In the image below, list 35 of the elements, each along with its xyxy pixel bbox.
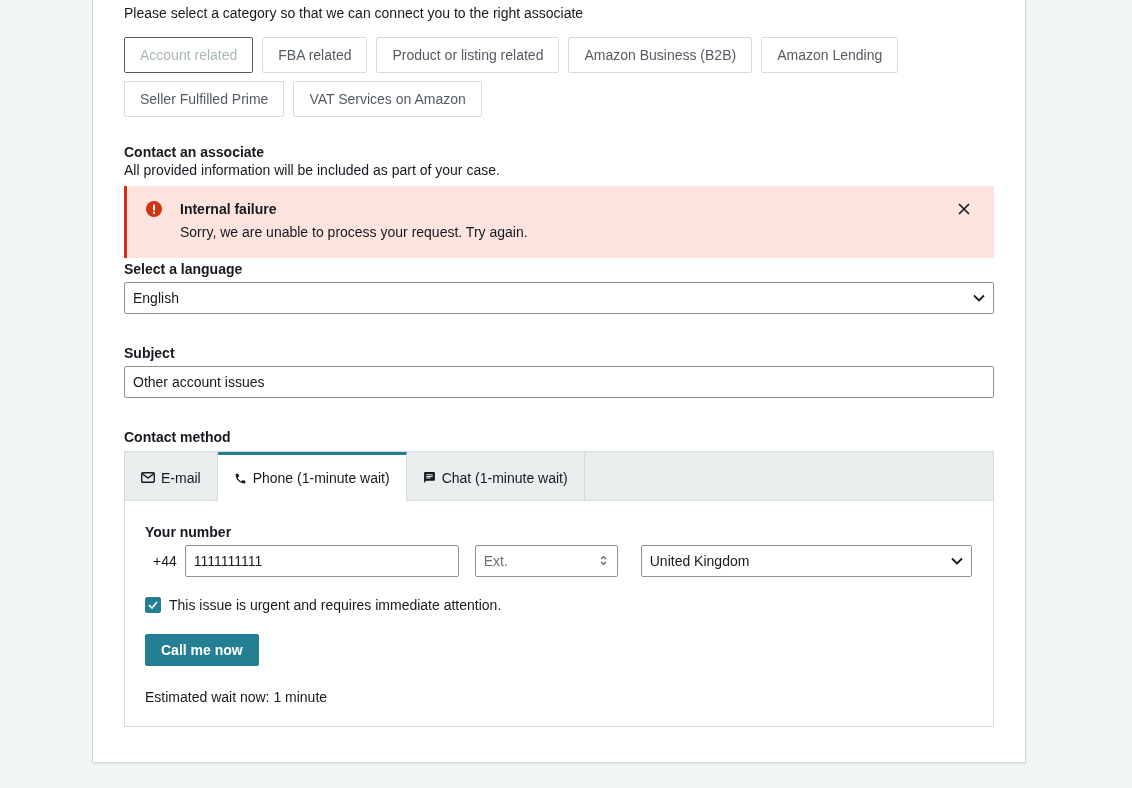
- category-button[interactable]: Product or listing related: [376, 37, 560, 73]
- language-select[interactable]: English: [124, 282, 994, 314]
- instruction-text: Please select a category so that we can connect you to the right associate: [124, 4, 585, 22]
- envelope-icon: [141, 472, 155, 483]
- error-icon: [146, 201, 162, 217]
- category-button[interactable]: FBA related: [262, 37, 368, 73]
- chevron-down-icon: [973, 294, 985, 302]
- alert-message: Sorry, we are unable to process your request. Try again.: [180, 223, 529, 241]
- field-label: Subject: [124, 344, 176, 362]
- field-label: Select a language: [124, 260, 244, 278]
- contact-method-tab[interactable]: Phone (1-minute wait): [217, 452, 407, 501]
- call-me-button[interactable]: Call me now: [145, 634, 259, 666]
- alert-title: Internal failure: [180, 200, 278, 218]
- country-code: +44: [153, 553, 177, 569]
- phone-icon: [233, 471, 247, 485]
- field-label: Your number: [145, 523, 233, 541]
- wait-time-text: Estimated wait now: 1 minute: [145, 688, 329, 706]
- category-button[interactable]: Amazon Lending: [761, 37, 899, 73]
- section-description: All provided information will be included as part of your case.: [124, 161, 501, 179]
- phone-number-field[interactable]: 1111111111: [184, 545, 459, 577]
- extension-field[interactable]: Ext.: [474, 545, 618, 577]
- chat-bubble-icon: [422, 471, 436, 484]
- subject-field[interactable]: Other account issues: [124, 366, 994, 398]
- close-icon: [958, 203, 970, 215]
- category-button[interactable]: VAT Services on Amazon: [293, 81, 482, 117]
- country-select[interactable]: United Kingdom: [640, 545, 972, 577]
- category-button[interactable]: Amazon Business (B2B): [568, 37, 753, 73]
- checkbox-label: This issue is urgent and requires immediate attention.: [169, 597, 502, 613]
- urgent-checkbox[interactable]: [145, 597, 161, 613]
- chevron-down-icon: [950, 557, 963, 565]
- category-button[interactable]: Seller Fulfilled Prime: [124, 81, 285, 117]
- section-title: Contact an associate: [124, 143, 266, 161]
- check-icon: [148, 601, 158, 609]
- spinner-arrows-icon: [598, 554, 608, 567]
- field-label: Contact method: [124, 428, 232, 446]
